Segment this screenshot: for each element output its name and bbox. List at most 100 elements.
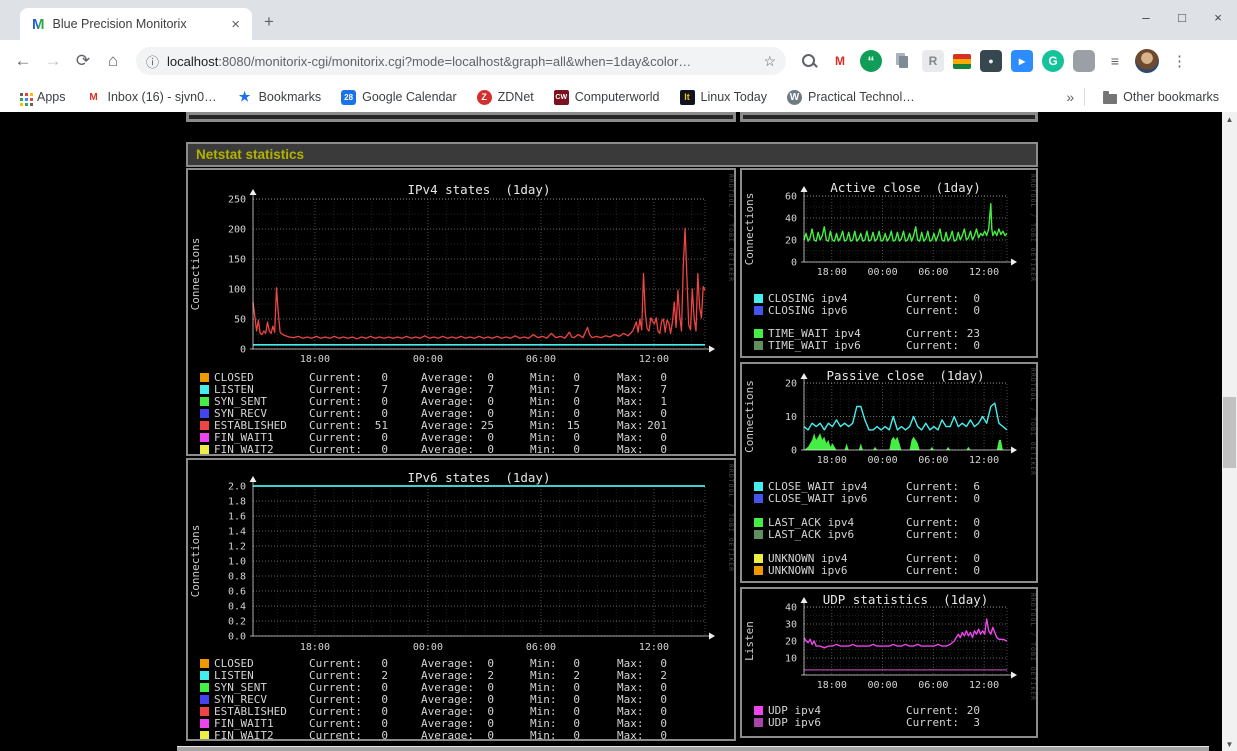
svg-text:RRDTOOL / TOBI OETIKER: RRDTOOL / TOBI OETIKER <box>1029 368 1036 476</box>
svg-text:00:00: 00:00 <box>413 642 443 653</box>
svg-text:FIN_WAIT2: FIN_WAIT2 <box>214 443 274 454</box>
svg-text:00:00: 00:00 <box>413 354 443 365</box>
svg-text:10: 10 <box>785 412 797 423</box>
gmail-extension-icon[interactable]: M <box>829 50 851 72</box>
scrollbar-thumb[interactable] <box>1223 397 1236 468</box>
scroll-up-icon[interactable]: ▲ <box>1222 112 1237 126</box>
svg-text:20: 20 <box>785 379 797 390</box>
minimize-button[interactable]: – <box>1139 10 1153 25</box>
url-bar[interactable]: ⓘ localhost:8080/monitorix-cgi/monitorix… <box>136 47 786 75</box>
bookmark-google-calendar[interactable]: 28 Google Calendar <box>333 87 465 108</box>
window-controls: – □ × <box>1139 10 1225 25</box>
bookmark-label: Google Calendar <box>362 90 457 104</box>
svg-text:0: 0 <box>660 443 667 454</box>
bookmark-practical-technology[interactable]: W Practical Technol… <box>779 87 923 108</box>
bookmark-star-icon[interactable]: ☆ <box>763 53 776 70</box>
chart-udp-statistics: 10 20 30 40 18:00 00:00 06:00 12:00 UDP statisti… <box>740 587 1038 738</box>
extension-row: M “ R ● ▸ G ≡ ⋮ <box>798 49 1197 73</box>
svg-text:60: 60 <box>785 192 797 203</box>
zoom-extension-icon[interactable]: ▸ <box>1011 50 1033 72</box>
svg-text:IPv4 states (1day): IPv4 states (1day) <box>408 182 551 197</box>
svg-text:Connections: Connections <box>743 380 756 453</box>
extensions-puzzle-icon[interactable] <box>1073 50 1095 72</box>
wordpress-icon: W <box>787 89 803 105</box>
zdnet-icon: Z <box>476 89 492 105</box>
linux-today-icon: lt <box>679 89 695 105</box>
active-close-graph: 0 20 40 60 18:00 00:00 06:00 12:00 Active close … <box>743 174 1037 352</box>
svg-text:200: 200 <box>228 225 246 236</box>
scrollbar[interactable]: ▲ ▼ <box>1222 112 1237 751</box>
apps-grid-icon <box>20 92 23 96</box>
computerworld-icon: CW <box>553 89 569 105</box>
bookmark-zdnet[interactable]: Z ZDNet <box>469 87 542 108</box>
svg-text:Current:: Current: <box>309 443 362 454</box>
svg-text:18:00: 18:00 <box>300 354 330 365</box>
svg-text:Min:: Min: <box>530 443 557 454</box>
calendar-icon: 28 <box>341 89 357 105</box>
browser-toolbar: ← → ⟳ ⌂ ⓘ localhost:8080/monitorix-cgi/m… <box>0 40 1237 82</box>
chart-active-close: 0 20 40 60 18:00 00:00 06:00 12:00 Active close … <box>740 168 1038 358</box>
books-extension-icon[interactable] <box>953 53 971 69</box>
profile-avatar[interactable] <box>1135 49 1159 73</box>
person-extension-icon[interactable]: ● <box>980 50 1002 72</box>
svg-text:FIN_WAIT2: FIN_WAIT2 <box>214 729 274 739</box>
svg-text:1.8: 1.8 <box>228 497 246 508</box>
other-bookmarks[interactable]: Other bookmarks <box>1095 87 1227 107</box>
svg-text:Passive close (1day): Passive close (1day) <box>826 368 984 383</box>
svg-text:Current:: Current: <box>906 716 959 729</box>
svg-text:0: 0 <box>381 729 388 739</box>
home-button[interactable]: ⌂ <box>98 51 128 71</box>
svg-text:0: 0 <box>240 345 246 356</box>
bookmark-label: ZDNet <box>497 90 534 104</box>
svg-text:TIME_WAIT ipv6: TIME_WAIT ipv6 <box>768 339 861 352</box>
url-path: :8080/monitorix-cgi/monitorix.cgi?mode=l… <box>218 53 692 69</box>
bookmark-computerworld[interactable]: CW Computerworld <box>546 87 668 108</box>
maximize-button[interactable]: □ <box>1175 10 1189 25</box>
star-icon: ★ <box>238 89 251 104</box>
menu-kebab-icon[interactable]: ⋮ <box>1172 52 1187 70</box>
bookmark-bookmarks[interactable]: ★ Bookmarks <box>229 86 330 108</box>
bookmark-apps[interactable]: Apps <box>10 87 74 107</box>
chart-passive-close: 0 10 20 18:00 00:00 06:00 12:00 Passive close (… <box>740 362 1038 583</box>
scroll-down-icon[interactable]: ▼ <box>1222 737 1237 751</box>
reload-button[interactable]: ⟳ <box>68 51 98 71</box>
grammarly-extension-icon[interactable]: G <box>1042 50 1064 72</box>
svg-text:Average:: Average: <box>421 443 474 454</box>
bookmark-label: Bookmarks <box>258 90 322 104</box>
hangouts-extension-icon[interactable]: “ <box>860 50 882 72</box>
folder-icon <box>1103 90 1118 104</box>
browser-tab[interactable]: M Blue Precision Monitorix × <box>20 8 252 40</box>
svg-text:Connections: Connections <box>743 193 756 266</box>
copy-pages-extension-icon[interactable] <box>891 50 913 72</box>
svg-text:0: 0 <box>973 492 980 505</box>
svg-text:UNKNOWN ipv6: UNKNOWN ipv6 <box>768 564 847 577</box>
bookmark-inbox[interactable]: M Inbox (16) - sjvn0… <box>78 86 225 108</box>
r-extension-icon[interactable]: R <box>922 50 944 72</box>
svg-text:IPv6 states (1day): IPv6 states (1day) <box>408 470 551 485</box>
svg-text:00:00: 00:00 <box>868 680 898 691</box>
bookmark-linux-today[interactable]: lt Linux Today <box>672 87 776 108</box>
bookmarks-overflow-chevron[interactable]: » <box>1066 89 1074 105</box>
svg-text:20: 20 <box>785 637 797 648</box>
ipv6-states-graph: 0.00.20.40.60.81.01.21.41.61.82.018:00 00… <box>189 464 735 742</box>
svg-text:0: 0 <box>487 729 494 739</box>
svg-text:0: 0 <box>487 443 494 454</box>
svg-text:12:00: 12:00 <box>969 680 999 691</box>
forward-button[interactable]: → <box>38 51 68 71</box>
svg-text:150: 150 <box>228 255 246 266</box>
close-button[interactable]: × <box>1211 10 1225 25</box>
svg-text:CLOSING ipv6: CLOSING ipv6 <box>768 304 847 317</box>
svg-text:0.8: 0.8 <box>228 572 246 583</box>
svg-text:12:00: 12:00 <box>969 455 999 466</box>
svg-text:20: 20 <box>785 236 797 247</box>
site-info-icon[interactable]: ⓘ <box>146 52 159 71</box>
tab-close-icon[interactable]: × <box>227 16 244 33</box>
new-tab-button[interactable]: + <box>264 12 274 32</box>
search-extension-icon[interactable] <box>798 50 820 72</box>
svg-text:Current:: Current: <box>906 492 959 505</box>
reading-list-icon[interactable]: ≡ <box>1104 50 1126 72</box>
back-button[interactable]: ← <box>8 51 38 71</box>
svg-text:0: 0 <box>973 304 980 317</box>
svg-text:1.0: 1.0 <box>228 557 246 568</box>
previous-section-remnant-right <box>740 112 1038 122</box>
